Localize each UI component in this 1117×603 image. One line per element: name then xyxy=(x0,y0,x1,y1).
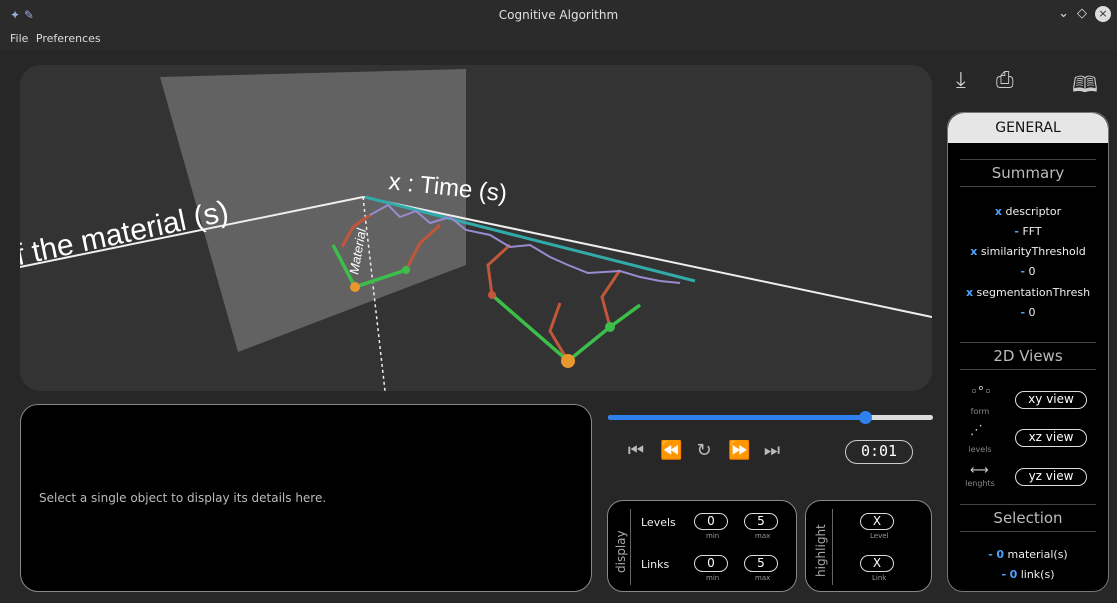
node[interactable] xyxy=(402,266,410,274)
details-placeholder: Select a single object to display its de… xyxy=(39,491,327,505)
highlight-link-input[interactable]: X xyxy=(860,555,894,572)
display-panel: display Levels 0 5 min max Links 0 5 min… xyxy=(607,500,797,592)
skip-end-icon[interactable]: ⏭ xyxy=(762,440,782,461)
links-max-input[interactable]: 5 xyxy=(744,555,778,572)
general-sidebar: GENERAL Summary x descriptor - FFT x sim… xyxy=(947,112,1109,592)
fast-forward-icon[interactable]: ⏩ xyxy=(728,440,750,461)
levels-label: Levels xyxy=(641,516,676,529)
window-title: Cognitive Algorithm xyxy=(498,8,619,22)
summary-line: x descriptor xyxy=(994,205,1062,218)
title-bar: ✦ ✎ Cognitive Algorithm ⌄ ◇ × xyxy=(0,0,1117,32)
download-icon[interactable]: ⤓ xyxy=(956,68,966,93)
time-display: 0:01 xyxy=(845,440,913,464)
levels-max-input[interactable]: 5 xyxy=(744,513,778,530)
links-min-input[interactable]: 0 xyxy=(694,555,728,572)
selection-title: Selection xyxy=(960,504,1096,532)
links-min-label: min xyxy=(706,574,720,582)
slider-fill xyxy=(608,415,865,420)
xy-view-button[interactable]: xy view xyxy=(1015,391,1087,409)
form-label: form xyxy=(970,407,990,416)
levels-min-input[interactable]: 0 xyxy=(694,513,728,530)
details-panel: Select a single object to display its de… xyxy=(20,404,592,592)
z-axis-label: f the material (s) xyxy=(20,195,231,272)
highlight-level-label: Level xyxy=(870,532,889,540)
highlight-panel: highlight X Level X Link xyxy=(805,500,932,592)
book-icon[interactable]: 🕮 xyxy=(1072,68,1098,106)
3d-viewport[interactable]: x : Time (s) f the material (s) Material xyxy=(20,65,932,391)
slider-thumb[interactable] xyxy=(858,411,872,424)
timeline-slider[interactable] xyxy=(608,411,933,424)
levels-min-label: min xyxy=(706,532,720,540)
tab-general[interactable]: GENERAL xyxy=(948,113,1108,143)
root-node[interactable] xyxy=(350,282,360,292)
menu-file[interactable]: File xyxy=(10,32,28,45)
levels-view-label: levels xyxy=(968,445,992,454)
highlight-panel-title: highlight xyxy=(814,524,828,577)
highlight-level-input[interactable]: X xyxy=(860,513,894,530)
minimize-icon[interactable]: ⌄ xyxy=(1058,6,1069,22)
maximize-icon[interactable]: ◇ xyxy=(1077,6,1087,22)
divider xyxy=(630,509,631,585)
summary-line: - FFT xyxy=(1014,225,1042,238)
menu-preferences[interactable]: Preferences xyxy=(36,32,101,45)
toolbar: ⤓ ⎙ 🕮 xyxy=(954,68,1104,98)
summary-line: - 0 xyxy=(1020,265,1036,278)
xz-view-button[interactable]: xz view xyxy=(1015,429,1087,447)
scene-canvas[interactable]: x : Time (s) f the material (s) Material xyxy=(20,65,932,391)
form-icon: ◦°◦ xyxy=(970,385,992,400)
levels-max-label: max xyxy=(755,532,771,540)
summary-title: Summary xyxy=(960,159,1096,187)
highlight-link-label: Link xyxy=(872,574,887,582)
summary-line: - 0 xyxy=(1020,306,1036,319)
links-max-label: max xyxy=(755,574,771,582)
yz-view-button[interactable]: yz view xyxy=(1015,468,1087,486)
display-panel-title: display xyxy=(614,530,628,573)
close-icon[interactable]: × xyxy=(1095,6,1111,22)
summary-line: x segmentationThresh xyxy=(965,286,1091,299)
playback-controls: ⏮ ⏪ ↻ ⏩ ⏭ xyxy=(626,440,782,461)
skip-start-icon[interactable]: ⏮ xyxy=(626,440,646,461)
divider xyxy=(832,509,833,585)
print-icon[interactable]: ⎙ xyxy=(996,68,1014,93)
summary-line: x similarityThreshold xyxy=(970,245,1086,258)
lengths-icon: ⟷ xyxy=(970,463,989,478)
selection-links: - 0 link(s) xyxy=(1001,568,1055,581)
links-label: Links xyxy=(641,558,670,571)
root-node-2[interactable] xyxy=(561,354,575,368)
levels-icon: ⋰ xyxy=(970,423,983,438)
views-title: 2D Views xyxy=(960,342,1096,370)
rewind-icon[interactable]: ⏪ xyxy=(660,440,682,461)
replay-icon[interactable]: ↻ xyxy=(694,440,714,461)
selection-materials: - 0 material(s) xyxy=(988,548,1068,561)
menu-bar: File Preferences xyxy=(0,32,1117,50)
lengths-label: lenghts xyxy=(965,479,995,488)
node[interactable] xyxy=(605,322,615,332)
node[interactable] xyxy=(488,291,496,299)
